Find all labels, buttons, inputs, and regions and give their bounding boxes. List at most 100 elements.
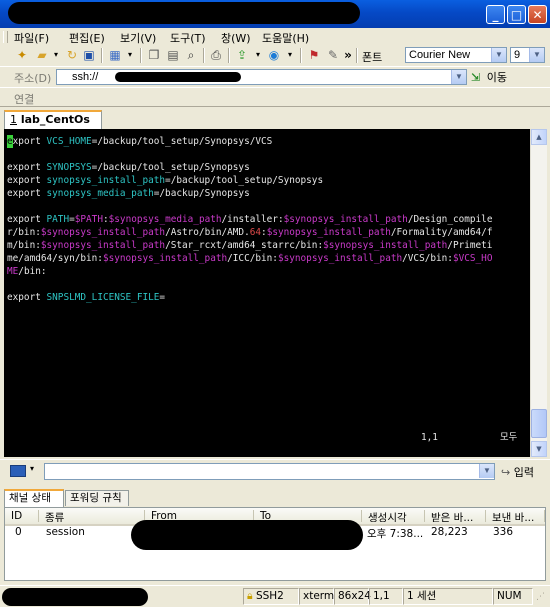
properties-dropdown-icon[interactable]: ▾ bbox=[122, 47, 138, 63]
menu-help[interactable]: 도움말(H) bbox=[262, 30, 309, 46]
redacted-status bbox=[2, 588, 148, 606]
reconnect-icon[interactable]: ↻ bbox=[64, 47, 80, 63]
save-icon[interactable]: ▣ bbox=[81, 47, 97, 63]
menu-tools[interactable]: 도구(T) bbox=[170, 30, 206, 46]
command-input[interactable]: ▼ bbox=[44, 463, 495, 480]
terminal-text: SNPSLMD_LICENSE_FILE bbox=[46, 292, 160, 303]
separator bbox=[356, 48, 358, 63]
terminal-text: $synopsys_install_path bbox=[283, 214, 408, 225]
font-select[interactable]: Courier New ▼ bbox=[405, 47, 507, 63]
copy-icon[interactable]: ❐ bbox=[146, 47, 162, 63]
scroll-thumb[interactable] bbox=[531, 409, 547, 438]
column-received[interactable]: 받은 바... bbox=[425, 510, 486, 522]
scroll-up-icon[interactable]: ▲ bbox=[531, 129, 547, 145]
terminal-line: me/amd64/syn/bin:$synopsys_install_path/… bbox=[7, 252, 492, 265]
terminal-text: export bbox=[7, 292, 47, 303]
chevron-down-icon[interactable]: ▼ bbox=[451, 70, 466, 84]
chevron-down-icon[interactable]: ▼ bbox=[479, 464, 494, 478]
terminal-text: me/amd64/syn/bin: bbox=[7, 253, 103, 264]
terminal-text: PATH bbox=[46, 214, 70, 225]
separator bbox=[203, 48, 205, 63]
terminal-text: $VCS_HO bbox=[452, 253, 493, 264]
chevron-down-icon[interactable]: ▼ bbox=[491, 48, 506, 62]
chevron-down-icon[interactable]: ▼ bbox=[529, 48, 544, 62]
terminal-text: /Primeti bbox=[447, 240, 493, 251]
channel-list[interactable]: ID 종류 From To 생성시각 받은 바... 보낸 바... 0 ses… bbox=[4, 507, 546, 581]
column-sent[interactable]: 보낸 바... bbox=[486, 510, 545, 522]
more-icon[interactable]: » bbox=[340, 47, 356, 63]
menu-window[interactable]: 창(W) bbox=[221, 30, 251, 46]
print-icon[interactable]: ⎙ bbox=[208, 47, 224, 63]
menu-view[interactable]: 보기(V) bbox=[120, 30, 156, 46]
terminal-text: =/backup/tool_setup/Synopsys/VCS bbox=[91, 136, 273, 147]
terminal-line: export synopsys_install_path=/backup/too… bbox=[7, 174, 323, 187]
terminal-text: = bbox=[159, 292, 166, 303]
tab-forwarding-rules[interactable]: 포워딩 규칙 bbox=[65, 490, 129, 506]
cell-id: 0 bbox=[15, 526, 22, 538]
menu-file[interactable]: 파일(F) bbox=[14, 30, 49, 46]
terminal-line: ME/bin: bbox=[7, 265, 47, 278]
status-bar: 🔒︎ SSH2 xterm 86x24 1,1 1 세션 NUM ⋰ bbox=[0, 585, 550, 607]
menu-edit[interactable]: 편집(E) bbox=[69, 30, 105, 46]
terminal-scrollbar[interactable]: ▲ ▼ bbox=[530, 129, 547, 457]
send-button[interactable]: ↪ 입력 bbox=[501, 464, 534, 480]
terminal-text: /Design_compile bbox=[407, 214, 493, 225]
open-dropdown-icon[interactable]: ▾ bbox=[48, 47, 64, 63]
minimize-button[interactable]: _ bbox=[486, 5, 505, 24]
find-icon[interactable]: ⌕ bbox=[183, 47, 199, 63]
terminal-text: r/bin: bbox=[7, 227, 41, 238]
address-bar: 주소(D) ssh:// ▼ ⇲ 이동 bbox=[0, 67, 550, 88]
tab-channel-status[interactable]: 채널 상태 bbox=[4, 489, 64, 507]
scroll-down-icon[interactable]: ▼ bbox=[531, 441, 547, 457]
terminal-text: /ICC/bin: bbox=[227, 253, 278, 264]
transfer-dropdown-icon[interactable]: ▾ bbox=[250, 47, 266, 63]
globe-dropdown-icon[interactable]: ▾ bbox=[282, 47, 298, 63]
send-icon: ↪ bbox=[501, 466, 511, 479]
terminal-line: export PATH=$PATH:$synopsys_media_path/i… bbox=[7, 213, 492, 226]
column-created[interactable]: 생성시각 bbox=[362, 510, 425, 522]
terminal-text: $synopsys_install_path bbox=[40, 240, 166, 251]
address-value: ssh:// bbox=[72, 71, 99, 83]
terminal-text: export bbox=[7, 214, 47, 225]
go-button[interactable]: ⇲ 이동 bbox=[471, 69, 507, 85]
properties-icon[interactable]: ▦ bbox=[107, 47, 123, 63]
connection-bar: 연결 bbox=[0, 88, 550, 107]
globe-icon[interactable]: ◉ bbox=[266, 47, 282, 63]
cell-type: session bbox=[46, 526, 85, 538]
terminal-text: =/backup/tool_setup/Synopsys bbox=[165, 175, 324, 186]
terminal-position: 모두 bbox=[500, 432, 518, 443]
grip bbox=[3, 31, 8, 43]
separator bbox=[228, 48, 230, 63]
paste-icon[interactable]: ▤ bbox=[165, 47, 181, 63]
command-bar: ▾ ▼ ↪ 입력 bbox=[0, 459, 550, 484]
terminal-text: synopsys_install_path bbox=[46, 175, 166, 186]
terminal-text: $PATH bbox=[74, 214, 103, 225]
column-id[interactable]: ID bbox=[5, 510, 39, 522]
terminal-line: export SNPSLMD_LICENSE_FILE= bbox=[7, 291, 165, 304]
terminal-text: VCS_HOME bbox=[46, 136, 92, 147]
transfer-icon[interactable]: ⇪ bbox=[234, 47, 250, 63]
session-tab[interactable]: 1 lab_CentOs bbox=[4, 110, 102, 129]
terminal-text: 64 bbox=[249, 227, 262, 238]
script-icon[interactable]: ⚑ bbox=[306, 47, 322, 63]
terminal-text: export bbox=[7, 175, 47, 186]
column-type[interactable]: 종류 bbox=[39, 510, 145, 522]
terminal-text: export bbox=[7, 188, 47, 199]
new-session-icon[interactable]: ✦ bbox=[14, 47, 30, 63]
separator bbox=[300, 48, 302, 63]
terminal-text: =/backup/Synopsys bbox=[153, 188, 250, 199]
maximize-button[interactable]: □ bbox=[507, 5, 526, 24]
command-mode-icon[interactable] bbox=[10, 465, 26, 477]
settings-icon[interactable]: ✎ bbox=[325, 47, 341, 63]
font-size-value: 9 bbox=[514, 49, 521, 61]
protocol-pane: 🔒︎ SSH2 bbox=[243, 588, 299, 605]
resize-grip-icon[interactable]: ⋰ bbox=[536, 592, 545, 602]
terminal-text: /Star_rcxt/amd64_starrc/bin: bbox=[165, 240, 324, 251]
terminal-screen[interactable]: 1,1 모두 export VCS_HOME=/backup/tool_setu… bbox=[4, 129, 530, 457]
send-label: 입력 bbox=[513, 466, 534, 479]
font-size-select[interactable]: 9 ▼ bbox=[510, 47, 545, 63]
menu-bar: 파일(F) 편집(E) 보기(V) 도구(T) 창(W) 도움말(H) bbox=[0, 28, 550, 46]
close-button[interactable]: ✕ bbox=[528, 5, 547, 24]
term-size-pane: 86x24 bbox=[334, 588, 371, 605]
command-mode-dropdown-icon[interactable]: ▾ bbox=[30, 464, 34, 473]
